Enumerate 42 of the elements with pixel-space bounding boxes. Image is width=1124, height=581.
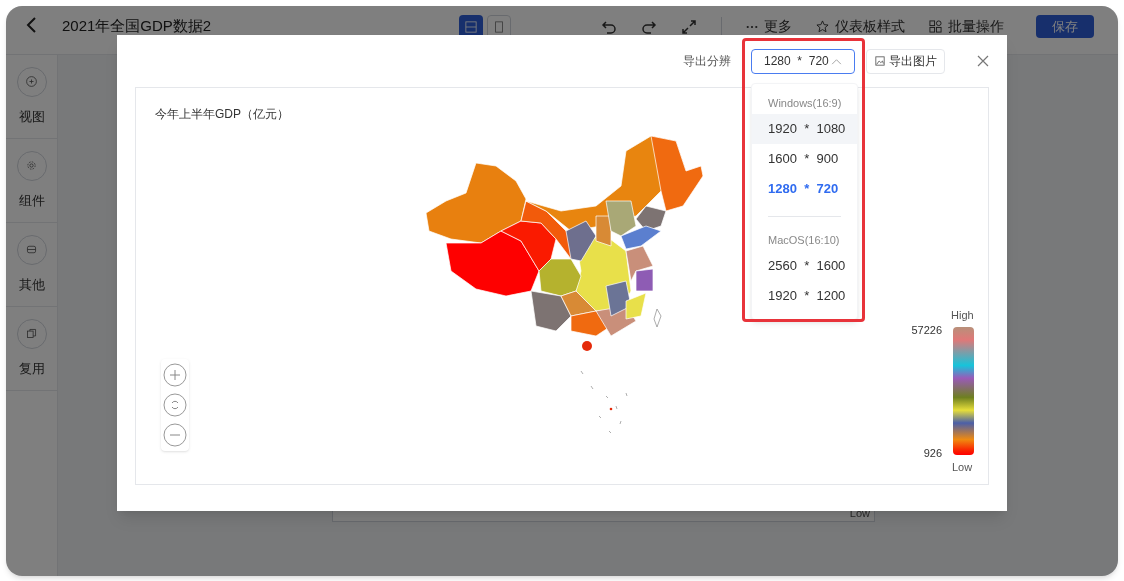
resolution-option[interactable]: 2560 * 1600 (752, 251, 857, 281)
toolbar-button[interactable]: 仪表板样式 (816, 16, 905, 37)
fullscreen-icon[interactable] (681, 18, 697, 35)
chart-title: 今年上半年GDP（亿元） (155, 106, 289, 123)
sidebar-item[interactable]: 复用 (6, 307, 57, 391)
toolbar-button[interactable]: 批量操作 (929, 16, 1004, 37)
resolution-option[interactable]: 1920 * 1080 (752, 114, 857, 144)
option-group-label: MacOS(16:10) (767, 232, 841, 248)
sidebar-icon (25, 75, 38, 89)
sidebar-item[interactable]: 组件 (6, 139, 57, 223)
sidebar-icon (25, 327, 38, 341)
resolution-option[interactable]: 1280 * 720 (752, 174, 857, 204)
option-group-label: Windows(16:9) (767, 95, 843, 111)
resolution-label: 导出分辨 (683, 53, 731, 70)
toolbar-button[interactable]: 更多 (746, 16, 792, 37)
phone-icon (493, 21, 506, 33)
legend-high-label: High (951, 308, 974, 323)
legend-label: Low (849, 505, 870, 521)
dashboard-title: 2021年全国GDP数据2 (62, 16, 212, 36)
legend-max-value: 57226 (911, 323, 942, 338)
resolution-option[interactable]: 1920 * 1200 (752, 281, 857, 311)
grid-icon (929, 20, 942, 33)
redo-icon[interactable] (641, 18, 657, 35)
sidebar-item[interactable]: 视图 (6, 55, 57, 139)
legend-min-value: 926 (923, 446, 942, 461)
zoom-in-icon[interactable] (163, 363, 187, 387)
more-icon (746, 24, 758, 29)
chevron-icon (831, 57, 842, 65)
reset-icon[interactable] (163, 393, 187, 417)
sidebar-icon (25, 159, 38, 173)
export-image-button[interactable]: 导出图片 (866, 48, 945, 74)
zoom-out-icon[interactable] (163, 423, 187, 447)
layout-icon (465, 21, 478, 33)
save-button[interactable]: 保存 (1036, 15, 1094, 38)
star-icon (816, 20, 829, 33)
close-icon[interactable] (977, 55, 989, 67)
undo-icon[interactable] (601, 18, 617, 35)
sidebar-item[interactable]: 其他 (6, 223, 57, 307)
resolution-select[interactable]: 1280 * 720 (751, 48, 855, 74)
legend-low-label: Low (952, 460, 973, 475)
image-icon (874, 56, 885, 66)
resolution-option[interactable]: 1600 * 900 (752, 144, 857, 174)
